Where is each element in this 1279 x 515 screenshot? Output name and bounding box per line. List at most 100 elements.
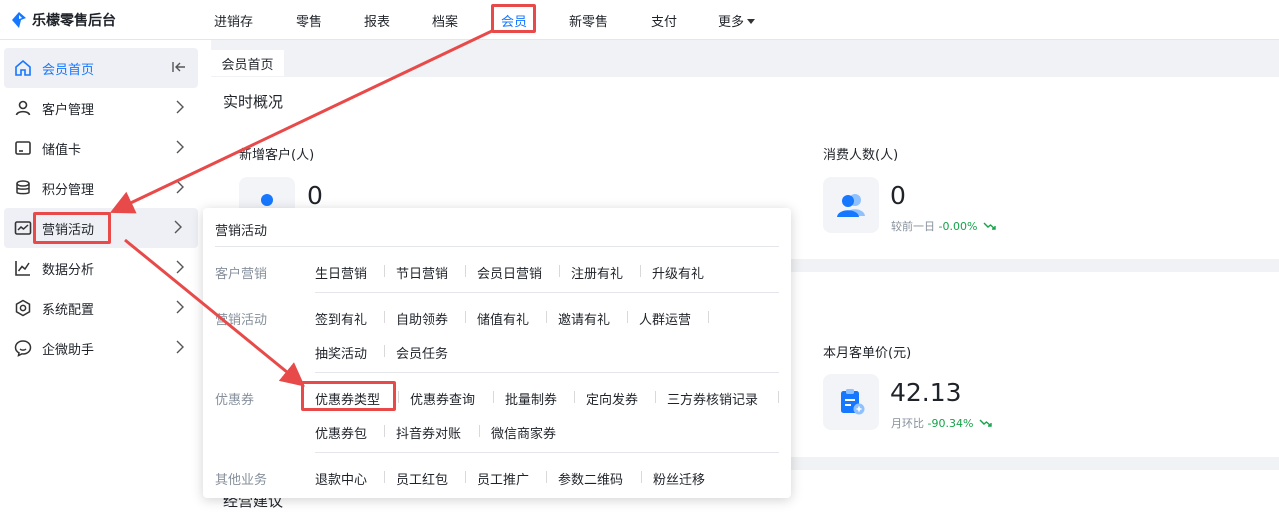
unit-price-value: 42.13 [890,378,962,407]
chevron-right-icon [176,180,184,194]
link-coupon-query[interactable]: 优惠券查询 [410,389,475,408]
link-holiday-marketing[interactable]: 节日营销 [396,263,448,282]
link-refund-center[interactable]: 退款中心 [315,469,367,488]
link-invite-gift[interactable]: 邀请有礼 [558,309,610,328]
separator [627,311,628,323]
separator [465,265,466,277]
nav-archives[interactable]: 档案 [432,11,458,30]
link-staff-red-packet[interactable]: 员工红包 [396,469,448,488]
flyout-divider [315,372,779,373]
sidebar-item-points[interactable]: 积分管理 [0,168,200,208]
separator [546,471,547,483]
annotation-box-members [491,4,536,33]
separator [384,265,385,277]
tab-member-home[interactable]: 会员首页 [211,50,284,76]
link-self-claim-coupon[interactable]: 自助领券 [396,309,448,328]
link-recharge-gift[interactable]: 储值有礼 [477,309,529,328]
link-wechat-merchant-coupon[interactable]: 微信商家券 [491,423,556,442]
chevron-right-icon [176,260,184,274]
link-third-party-coupon-records[interactable]: 三方券核销记录 [667,389,758,408]
separator [493,391,494,403]
separator [398,391,399,403]
consumers-stat-icon [823,177,879,233]
consumers-compare-value: -0.00% [938,220,978,233]
chevron-right-icon [174,220,182,234]
sidebar-item-system-config[interactable]: 系统配置 [0,288,200,328]
sidebar-item-analytics[interactable]: 数据分析 [0,248,200,288]
link-upgrade-gift[interactable]: 升级有礼 [652,263,704,282]
link-targeted-coupon[interactable]: 定向发券 [586,389,638,408]
flyout-title: 营销活动 [215,224,268,239]
separator [640,265,641,277]
separator [655,391,656,403]
trend-down-icon [983,222,997,230]
annotation-box-marketing [33,212,111,244]
separator [465,311,466,323]
trend-down-icon [979,419,993,427]
new-customers-label: 新增客户(人) [239,148,315,163]
sidebar-item-member-home[interactable]: 会员首页 [4,48,198,88]
hexagon-settings-icon [14,299,32,317]
overview-title: 实时概况 [223,93,284,111]
link-lottery[interactable]: 抽奖活动 [315,343,367,362]
nav-more[interactable]: 更多 [718,11,756,30]
link-douyin-coupon-reconcile[interactable]: 抖音券对账 [396,423,461,442]
separator [778,391,779,403]
link-member-task[interactable]: 会员任务 [396,343,448,362]
unit-price-label: 本月客单价(元) [823,346,912,361]
separator [546,311,547,323]
nav-reports[interactable]: 报表 [364,11,390,30]
nav-retail[interactable]: 零售 [296,11,322,30]
link-birthday-marketing[interactable]: 生日营销 [315,263,367,282]
consumers-value: 0 [890,181,906,210]
nav-inventory[interactable]: 进销存 [214,11,253,30]
flyout-divider [315,292,779,293]
separator [384,471,385,483]
line-chart-icon [14,259,32,277]
chevron-right-icon [176,300,184,314]
sidebar-item-customers[interactable]: 客户管理 [0,88,200,128]
caret-down-icon [747,19,756,24]
link-coupon-pack[interactable]: 优惠券包 [315,423,367,442]
chevron-right-icon [176,340,184,354]
consumers-compare-label: 较前一日 [891,220,935,233]
marketing-flyout-menu: 营销活动 客户营销 生日营销 节日营销 会员日营销 注册有礼 升级有礼 营销活动… [203,208,791,498]
flyout-divider [315,452,779,453]
app-logo[interactable]: 乐檬零售后台 [12,10,116,30]
link-member-day-marketing[interactable]: 会员日营销 [477,263,542,282]
home-icon [14,59,32,77]
link-param-qrcode[interactable]: 参数二维码 [558,469,623,488]
annotation-box-coupon-types [301,381,396,411]
link-staff-promotion[interactable]: 员工推广 [477,469,529,488]
link-batch-coupon[interactable]: 批量制券 [505,389,557,408]
nav-payment[interactable]: 支付 [651,11,677,30]
group-label-marketing-activities: 营销活动 [215,313,268,328]
sidebar-item-label: 系统配置 [42,302,95,318]
sidebar-item-stored-value-card[interactable]: 储值卡 [0,128,200,168]
group-label-other-business: 其他业务 [215,473,268,488]
sidebar-item-label: 数据分析 [42,262,95,278]
nav-new-retail[interactable]: 新零售 [569,11,608,30]
link-crowd-operation[interactable]: 人群运营 [639,309,691,328]
separator [384,425,385,437]
sidebar: 会员首页 客户管理 储值卡 积分管理 营销活动 数据分析 系统配置 企微助手 [0,40,208,515]
link-register-gift[interactable]: 注册有礼 [571,263,623,282]
app-title: 乐檬零售后台 [32,13,116,29]
separator [641,471,642,483]
consumers-compare: 较前一日 -0.00% [891,218,997,234]
collapse-sidebar-icon[interactable] [172,60,186,74]
separator [559,265,560,277]
link-fans-migration[interactable]: 粉丝迁移 [653,469,705,488]
separator [384,345,385,357]
link-checkin-gift[interactable]: 签到有礼 [315,309,367,328]
sidebar-item-wecom-assistant[interactable]: 企微助手 [0,328,200,368]
chat-icon [14,339,32,357]
logo-icon [12,12,26,28]
consumers-label: 消费人数(人) [823,148,899,163]
flyout-divider [215,246,779,247]
unit-price-compare: 月环比 -90.34% [891,415,993,431]
separator [479,425,480,437]
coins-icon [14,179,32,197]
card-icon [14,139,32,157]
sidebar-item-label: 储值卡 [42,142,82,158]
